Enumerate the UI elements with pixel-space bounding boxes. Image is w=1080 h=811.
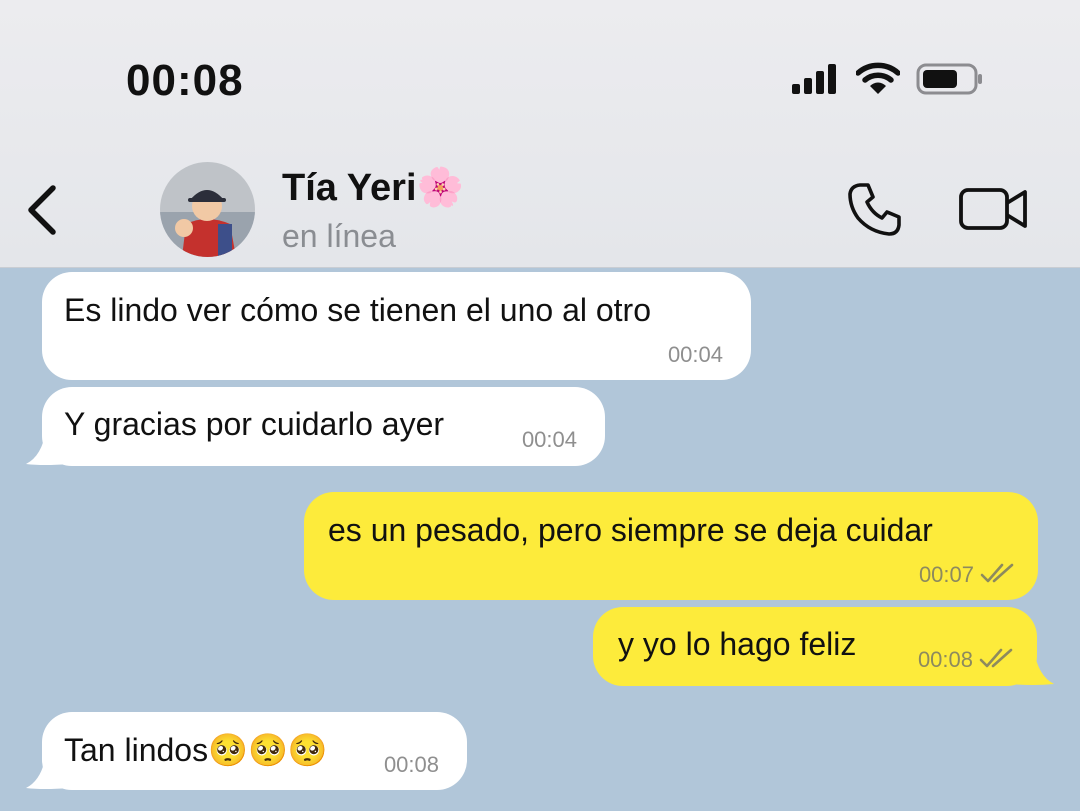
battery-icon	[916, 63, 984, 100]
wifi-icon	[855, 62, 901, 101]
video-camera-icon	[959, 188, 1027, 230]
chevron-left-icon	[28, 185, 56, 235]
voice-call-button[interactable]	[844, 178, 906, 240]
incoming-message[interactable]: Y gracias por cuidarlo ayer 00:04	[42, 387, 605, 466]
phone-icon	[848, 183, 901, 236]
signal-icon	[792, 64, 840, 99]
status-bar-icons	[792, 62, 984, 101]
contact-name: Tía Yeri🌸	[282, 167, 464, 209]
message-text: Es lindo ver cómo se tienen el uno al ot…	[64, 292, 651, 328]
contact-info[interactable]: Tía Yeri🌸	[282, 166, 464, 210]
message-time: 00:04	[521, 427, 577, 452]
message-time: 00:07	[918, 562, 974, 587]
message-time: 00:08	[917, 647, 973, 672]
message-time: 00:04	[667, 342, 723, 367]
back-button[interactable]	[22, 180, 62, 240]
incoming-message[interactable]: Tan lindos🥺🥺🥺 00:08	[42, 712, 467, 790]
chat-header: 00:08 Tía Yeri🌸 en línea	[0, 0, 1080, 268]
read-receipt-icon	[979, 648, 1013, 668]
message-text: Tan lindos🥺🥺🥺	[64, 732, 328, 768]
read-receipt-icon	[980, 563, 1014, 583]
contact-status: en línea	[282, 218, 396, 254]
contact-avatar[interactable]	[160, 162, 255, 257]
message-time: 00:08	[383, 752, 439, 777]
message-text: y yo lo hago feliz	[618, 626, 857, 662]
outgoing-message[interactable]: y yo lo hago feliz 00:08	[593, 607, 1037, 686]
incoming-message[interactable]: Es lindo ver cómo se tienen el uno al ot…	[42, 272, 751, 380]
video-call-button[interactable]	[956, 182, 1032, 236]
message-text: es un pesado, pero siempre se deja cuida…	[328, 512, 933, 548]
message-text: Y gracias por cuidarlo ayer	[64, 406, 445, 442]
outgoing-message[interactable]: es un pesado, pero siempre se deja cuida…	[304, 492, 1038, 600]
status-bar-time: 00:08	[126, 56, 244, 105]
